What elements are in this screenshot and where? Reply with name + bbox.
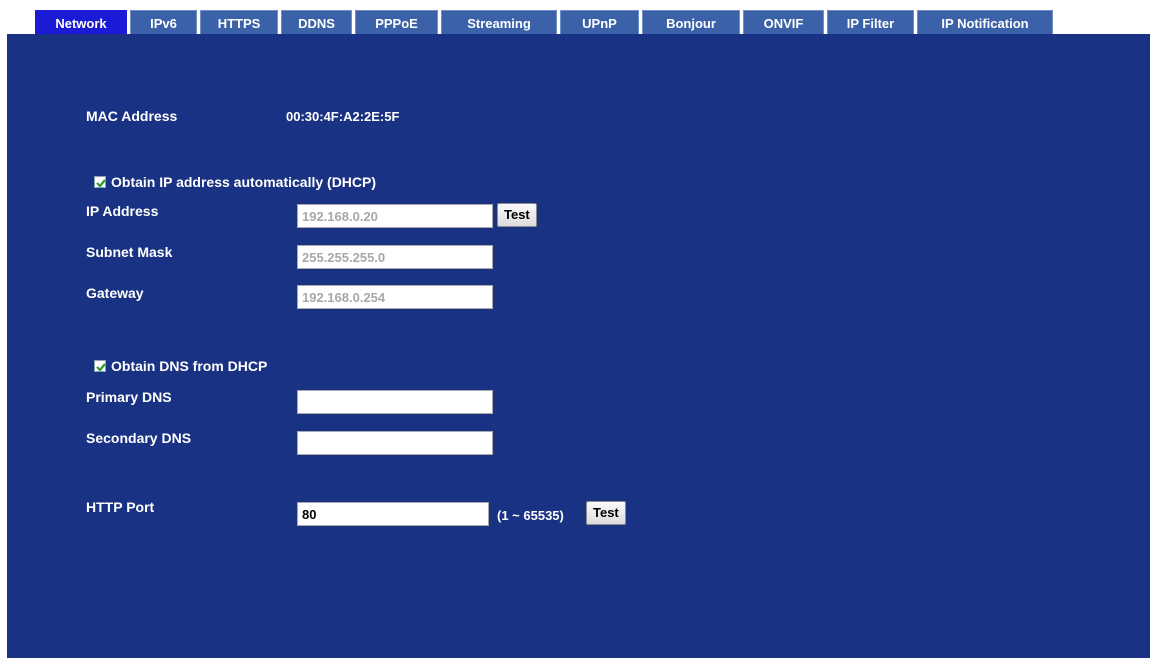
primary-dns-field[interactable] bbox=[297, 390, 493, 414]
tab-ddns[interactable]: DDNS bbox=[281, 10, 352, 35]
mac-address-label: MAC Address bbox=[86, 108, 178, 124]
tab-onvif[interactable]: ONVIF bbox=[743, 10, 824, 35]
http-port-range: (1 ~ 65535) bbox=[497, 508, 564, 523]
subnet-mask-field[interactable] bbox=[297, 245, 493, 269]
network-settings-panel bbox=[7, 34, 1150, 658]
secondary-dns-label: Secondary DNS bbox=[86, 430, 192, 446]
primary-dns-label: Primary DNS bbox=[86, 389, 172, 405]
http-port-label: HTTP Port bbox=[86, 499, 155, 515]
ip-address-field[interactable] bbox=[297, 204, 493, 228]
tab-network[interactable]: Network bbox=[35, 10, 127, 35]
http-port-field[interactable] bbox=[297, 502, 489, 526]
secondary-dns-field[interactable] bbox=[297, 431, 493, 455]
gateway-field[interactable] bbox=[297, 285, 493, 309]
mac-address-value: 00:30:4F:A2:2E:5F bbox=[286, 109, 400, 124]
tab-bonjour[interactable]: Bonjour bbox=[642, 10, 740, 35]
tab-pppoe[interactable]: PPPoE bbox=[355, 10, 438, 35]
tab-ip-filter[interactable]: IP Filter bbox=[827, 10, 914, 35]
tab-streaming[interactable]: Streaming bbox=[441, 10, 557, 35]
dns-dhcp-checkbox[interactable] bbox=[94, 360, 106, 372]
checkmark-icon bbox=[96, 363, 106, 372]
ip-test-button[interactable]: Test bbox=[497, 203, 537, 227]
dhcp-checkbox-label: Obtain IP address automatically (DHCP) bbox=[111, 174, 377, 190]
dns-dhcp-checkbox-label: Obtain DNS from DHCP bbox=[111, 358, 268, 374]
tab-upnp[interactable]: UPnP bbox=[560, 10, 639, 35]
tab-ipv6[interactable]: IPv6 bbox=[130, 10, 197, 35]
tab-ip-notification[interactable]: IP Notification bbox=[917, 10, 1053, 35]
ip-address-label: IP Address bbox=[86, 203, 159, 219]
tab-https[interactable]: HTTPS bbox=[200, 10, 278, 35]
checkmark-icon bbox=[96, 179, 106, 188]
gateway-label: Gateway bbox=[86, 285, 144, 301]
subnet-mask-label: Subnet Mask bbox=[86, 244, 173, 260]
http-port-test-button[interactable]: Test bbox=[586, 501, 626, 525]
dhcp-checkbox[interactable] bbox=[94, 176, 106, 188]
